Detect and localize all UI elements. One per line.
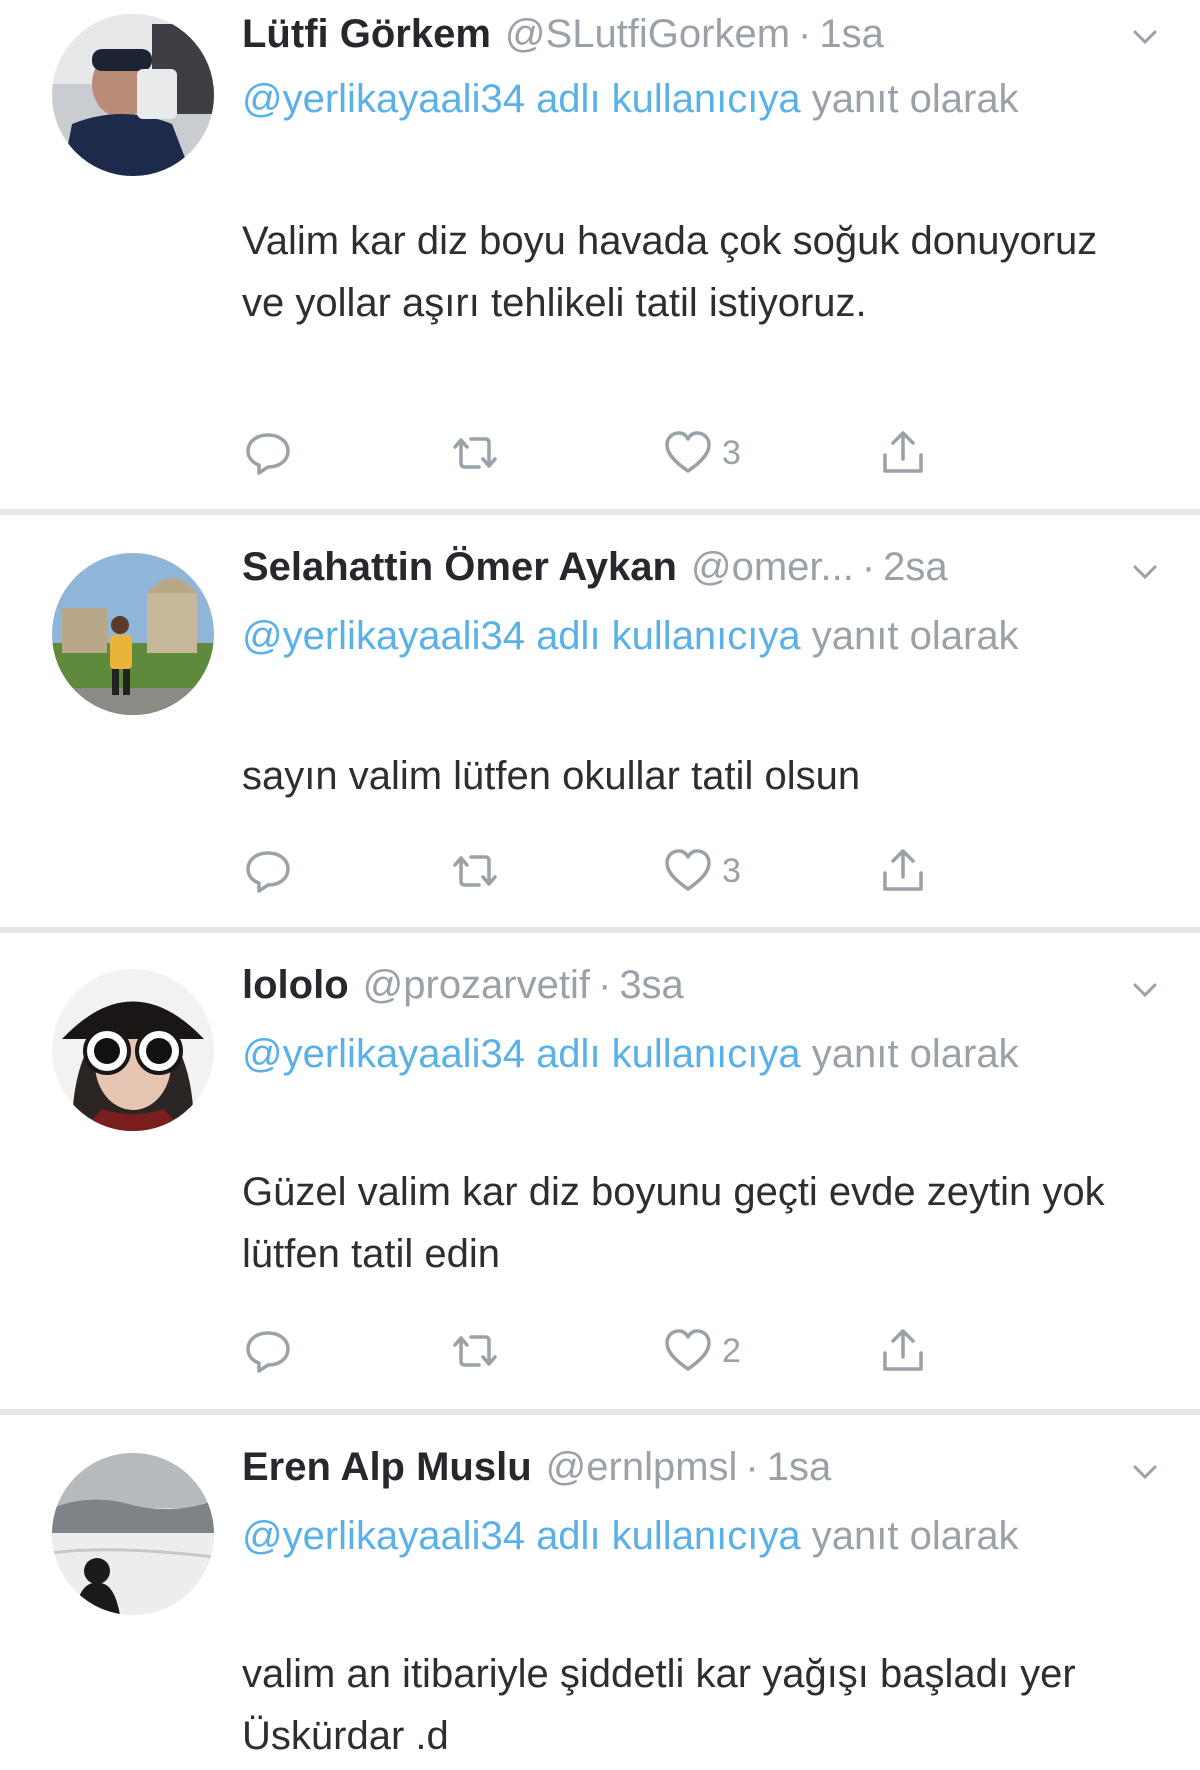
tweet[interactable]: Lütfi Görkem @SLutfiGorkem · 1sa @yerlikaya… xyxy=(0,0,1200,515)
like-button[interactable]: 2 xyxy=(662,1323,741,1379)
separator: · xyxy=(597,963,612,1007)
reply-suffix: yanıt olarak xyxy=(811,614,1019,658)
like-count: 3 xyxy=(722,433,741,472)
reply-mention-link[interactable]: @yerlikayaali34 adlı kullanıcıya xyxy=(242,77,801,121)
author-handle[interactable]: @prozarvetif xyxy=(363,963,590,1007)
chevron-down-icon[interactable] xyxy=(1130,22,1160,52)
tweet-text: sayın valim lütfen okullar tatil olsun xyxy=(242,754,861,798)
timestamp[interactable]: 3sa xyxy=(619,963,684,1007)
timestamp[interactable]: 1sa xyxy=(767,1445,832,1489)
reply-suffix: yanıt olarak xyxy=(811,1514,1019,1558)
reply-context: @yerlikayaali34 adlı kullanıcıya yanıt o… xyxy=(242,1503,1102,1570)
timestamp[interactable]: 2sa xyxy=(883,545,948,589)
author-name[interactable]: Selahattin Ömer Aykan xyxy=(242,545,677,589)
tweet[interactable]: Eren Alp Muslu @ernlpmsl · 1sa @yerlikayaal… xyxy=(0,1415,1200,1770)
tweet-text: Güzel valim kar diz boyunu geçti evde ze… xyxy=(242,1170,1105,1276)
tweet-actions: 2 xyxy=(242,1323,1062,1379)
reply-context: @yerlikayaali34 adlı kullanıcıya yanıt o… xyxy=(242,603,1102,670)
chevron-down-icon[interactable] xyxy=(1130,975,1160,1005)
retweet-button[interactable] xyxy=(447,843,503,899)
like-button[interactable]: 3 xyxy=(662,425,741,481)
author-name[interactable]: Lütfi Görkem xyxy=(242,12,491,56)
retweet-button[interactable] xyxy=(447,1323,503,1379)
reply-mention-link[interactable]: @yerlikayaali34 adlı kullanıcıya xyxy=(242,614,801,658)
reply-mention-link[interactable]: @yerlikayaali34 adlı kullanıcıya xyxy=(242,1514,801,1558)
share-button[interactable] xyxy=(877,843,929,899)
tweet-actions: 3 xyxy=(242,843,1062,899)
tweet[interactable]: Selahattin Ömer Aykan @omer... · 2sa @yerli… xyxy=(0,515,1200,933)
reply-icon xyxy=(246,433,290,475)
avatar[interactable] xyxy=(52,1453,214,1615)
tweet-header: lololo @prozarvetif · 3sa xyxy=(242,963,1110,1008)
reply-button[interactable] xyxy=(242,425,294,481)
tweet[interactable]: lololo @prozarvetif · 3sa @yerlikayaali34 a… xyxy=(0,933,1200,1415)
avatar[interactable] xyxy=(52,969,214,1131)
tweet-actions: 3 xyxy=(242,425,1062,481)
share-button[interactable] xyxy=(877,425,929,481)
retweet-icon xyxy=(453,1335,497,1367)
author-handle[interactable]: @SLutfiGorkem xyxy=(505,12,790,56)
tweet-text: valim an itibariyle şiddetli kar yağışı … xyxy=(242,1652,1076,1758)
reply-suffix: yanıt olarak xyxy=(811,77,1019,121)
reply-mention-link[interactable]: @yerlikayaali34 adlı kullanıcıya xyxy=(242,1032,801,1076)
timestamp[interactable]: 1sa xyxy=(819,12,884,56)
author-name[interactable]: Eren Alp Muslu xyxy=(242,1445,532,1489)
reply-icon xyxy=(246,851,290,893)
tweet-text: Valim kar diz boyu havada çok soğuk donu… xyxy=(242,219,1098,325)
tweet-header: Selahattin Ömer Aykan @omer... · 2sa xyxy=(242,545,1110,590)
reply-icon xyxy=(246,1331,290,1373)
reply-suffix: yanıt olarak xyxy=(811,1032,1019,1076)
author-handle[interactable]: @omer... xyxy=(691,545,854,589)
tweet-header: Eren Alp Muslu @ernlpmsl · 1sa xyxy=(242,1445,1110,1490)
chevron-down-icon[interactable] xyxy=(1130,557,1160,587)
share-icon xyxy=(883,1329,923,1371)
share-icon xyxy=(883,849,923,891)
separator: · xyxy=(798,12,812,56)
heart-icon xyxy=(665,431,711,473)
like-count: 2 xyxy=(722,1331,741,1370)
author-handle[interactable]: @ernlpmsl xyxy=(546,1445,738,1489)
avatar[interactable] xyxy=(52,14,214,176)
retweet-button[interactable] xyxy=(447,425,503,481)
chevron-down-icon[interactable] xyxy=(1130,1457,1160,1487)
retweet-icon xyxy=(453,437,497,469)
reply-context: @yerlikayaali34 adlı kullanıcıya yanıt o… xyxy=(242,66,1102,133)
retweet-icon xyxy=(453,855,497,887)
avatar[interactable] xyxy=(52,553,214,715)
share-icon xyxy=(883,431,923,473)
like-button[interactable]: 3 xyxy=(662,843,741,899)
tweet-header: Lütfi Görkem @SLutfiGorkem · 1sa xyxy=(242,12,1110,57)
separator: · xyxy=(861,545,876,589)
separator: · xyxy=(745,1445,759,1489)
reply-button[interactable] xyxy=(242,843,294,899)
like-count: 3 xyxy=(722,851,741,890)
reply-button[interactable] xyxy=(242,1323,294,1379)
heart-icon xyxy=(665,849,711,891)
heart-icon xyxy=(665,1329,711,1371)
reply-context: @yerlikayaali34 adlı kullanıcıya yanıt o… xyxy=(242,1021,1102,1088)
reply-feed: Lütfi Görkem @SLutfiGorkem · 1sa @yerlikaya… xyxy=(0,0,1200,1770)
author-name[interactable]: lololo xyxy=(242,963,349,1007)
share-button[interactable] xyxy=(877,1323,929,1379)
